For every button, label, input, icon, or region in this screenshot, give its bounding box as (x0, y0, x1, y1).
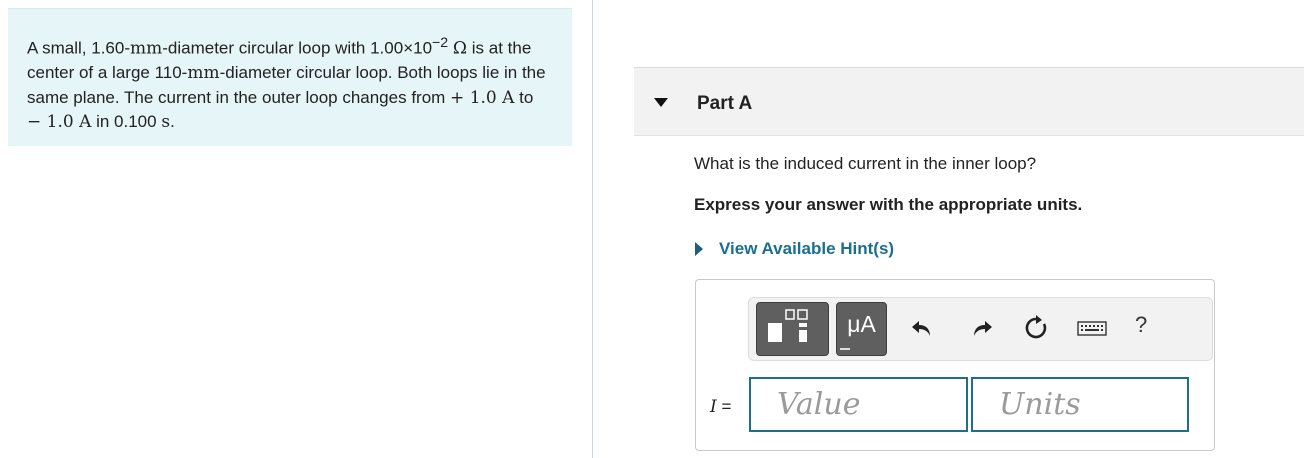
value-field-wrapper (749, 377, 968, 432)
answer-instruction: Express your answer with the appropriate… (694, 195, 1083, 214)
redo-icon[interactable] (969, 315, 995, 341)
column-divider (592, 0, 593, 458)
units-button[interactable]: μA (836, 302, 887, 356)
math-toolbar: μA ? (748, 297, 1213, 361)
units-button-label: μA (847, 311, 876, 337)
collapse-caret-icon[interactable] (654, 98, 668, 107)
expand-caret-icon (695, 242, 703, 256)
view-hints-link[interactable]: View Available Hint(s) (694, 238, 894, 260)
reset-icon[interactable] (1023, 315, 1049, 341)
units-input[interactable] (973, 379, 1187, 430)
templates-icon (768, 309, 808, 342)
templates-button[interactable] (756, 302, 829, 356)
value-input[interactable] (751, 379, 966, 430)
problem-statement: A small, 1.60-mm-diameter circular loop … (8, 8, 572, 146)
question-text: What is the induced current in the inner… (694, 154, 1037, 173)
answer-box: μA ? I = (695, 279, 1215, 451)
answer-variable-label: I = (710, 397, 732, 417)
part-title: Part A (697, 93, 753, 114)
units-corner-mark (840, 348, 850, 353)
problem-text: A small, 1.60-mm-diameter circular loop … (27, 35, 546, 133)
help-button[interactable]: ? (1135, 312, 1147, 338)
units-field-wrapper (971, 377, 1189, 432)
view-hints-label: View Available Hint(s) (719, 239, 895, 258)
part-header[interactable]: Part A (634, 68, 1304, 136)
keyboard-icon[interactable] (1077, 315, 1107, 341)
undo-icon[interactable] (909, 315, 935, 341)
